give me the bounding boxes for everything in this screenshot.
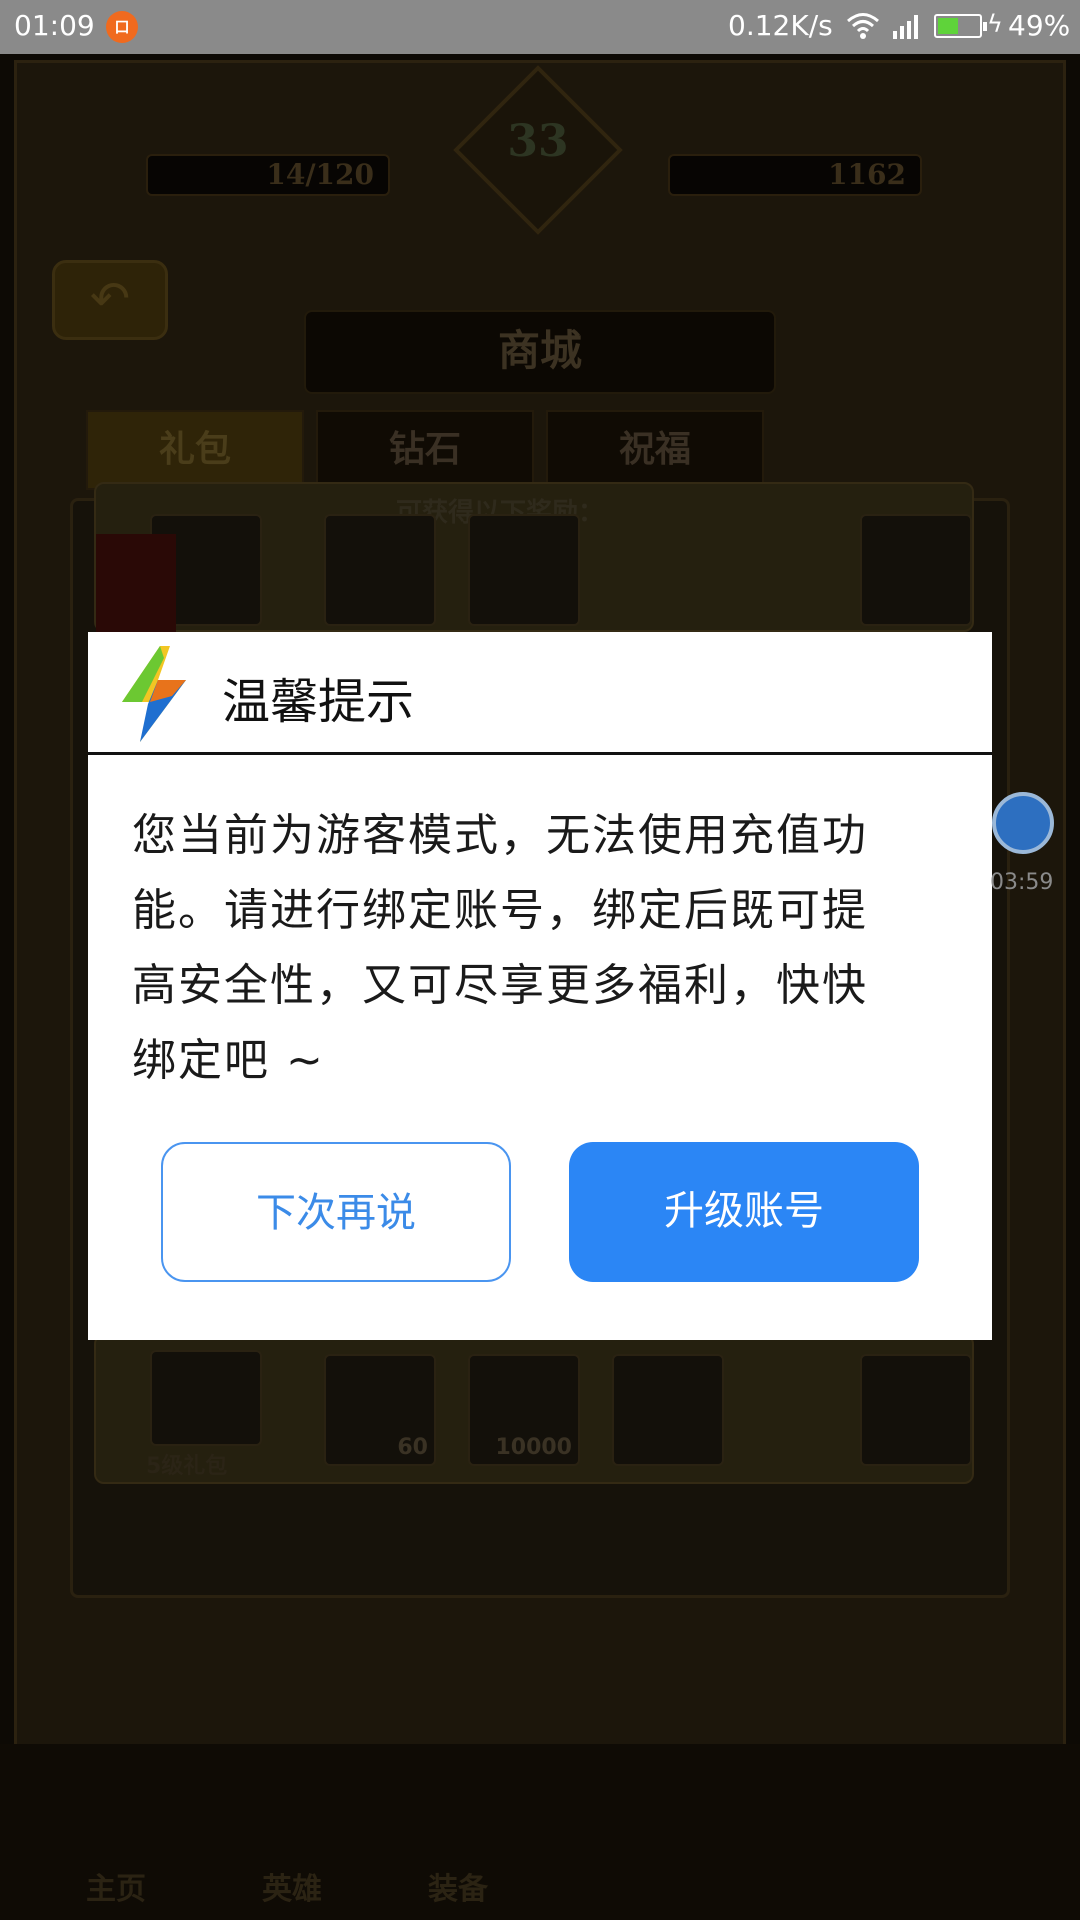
- dialog-message: 您当前为游客模式，无法使用充值功 能。请进行绑定账号，绑定后既可提 高安全性，又…: [132, 798, 962, 1098]
- pack-icon: [150, 1350, 262, 1446]
- buy-button[interactable]: [860, 1354, 972, 1466]
- reward-item: [468, 514, 580, 626]
- battery-icon: [934, 14, 987, 38]
- wifi-icon: [846, 11, 880, 48]
- reward-item: [324, 514, 436, 626]
- nav-home[interactable]: 主页: [86, 1864, 146, 1908]
- tab-gift[interactable]: 礼包: [86, 410, 304, 490]
- clock: 01:09: [14, 9, 95, 42]
- reward-item: [612, 1354, 724, 1466]
- back-button[interactable]: ↶: [52, 260, 168, 340]
- buy-button[interactable]: [860, 514, 972, 626]
- level-emblem-text: 33: [507, 116, 569, 167]
- network-speed: 0.12K/s: [728, 9, 833, 42]
- message-line: 高安全性，又可尽享更多福利，快快: [132, 960, 868, 1011]
- tab-diamond[interactable]: 钻石: [316, 410, 534, 490]
- message-line: 绑定吧 ~: [132, 1035, 325, 1086]
- dialog-header: 温馨提示: [88, 632, 992, 754]
- message-line: 能。请进行绑定账号，绑定后既可提: [132, 885, 868, 936]
- later-button[interactable]: 下次再说: [161, 1142, 511, 1282]
- upgrade-account-button[interactable]: 升级账号: [569, 1142, 919, 1282]
- dialog-title: 温馨提示: [222, 674, 415, 730]
- status-bar: 01:09 口 0.12K/s ϟ 49%: [0, 0, 1080, 54]
- dialog-divider: [88, 752, 992, 755]
- nav-hero[interactable]: 英雄: [262, 1864, 322, 1908]
- lightning-logo-icon: [112, 644, 196, 744]
- shop-title: 商城: [304, 310, 776, 394]
- resource-right: 1162: [668, 154, 922, 196]
- screen-recorder-icon[interactable]: [992, 792, 1054, 854]
- resource-left: 14/120: [146, 154, 390, 196]
- item-count: 60: [397, 1435, 428, 1460]
- message-line: 您当前为游客模式，无法使用充值功: [132, 810, 868, 861]
- pack-label: 5级礼包: [146, 1454, 228, 1479]
- gift-pack-card: 可获得以下奖励：: [94, 482, 974, 632]
- notification-icon: 口: [106, 11, 138, 43]
- nav-equip[interactable]: 装备: [428, 1864, 488, 1908]
- charging-icon: ϟ: [987, 10, 1003, 38]
- gift-pack-card: 5级礼包 60 10000: [94, 1334, 974, 1484]
- battery-percent: 49%: [1008, 9, 1071, 42]
- item-count: 10000: [495, 1435, 572, 1460]
- reward-item: 60: [324, 1354, 436, 1466]
- ribbon-badge: [96, 534, 176, 644]
- reward-item: 10000: [468, 1354, 580, 1466]
- tab-blessing[interactable]: 祝福: [546, 410, 764, 490]
- signal-icon: [892, 13, 922, 46]
- tip-dialog: 温馨提示 您当前为游客模式，无法使用充值功 能。请进行绑定账号，绑定后既可提 高…: [88, 632, 992, 1340]
- bottom-nav: [0, 1744, 1080, 1920]
- recording-timer: 03:59: [990, 870, 1054, 895]
